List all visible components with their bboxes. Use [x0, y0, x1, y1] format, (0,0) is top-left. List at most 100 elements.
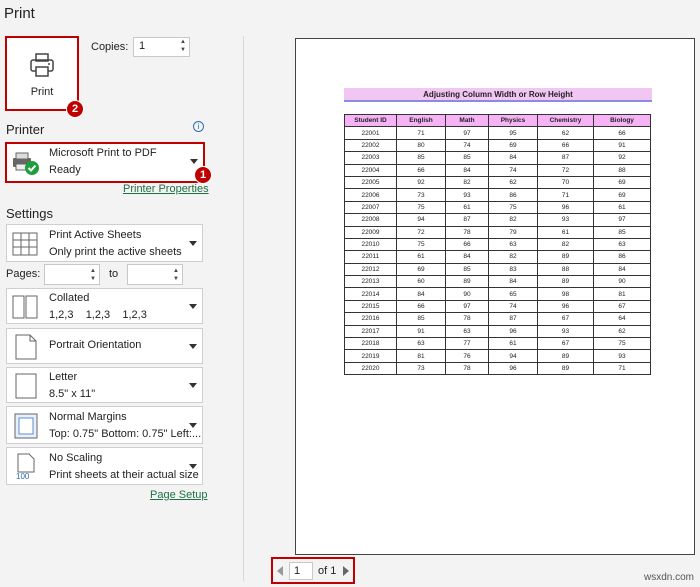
table-cell: 66 — [396, 163, 446, 177]
table-cell: 87 — [488, 312, 538, 326]
table-cell: 22019 — [344, 349, 397, 363]
table-cell: 61 — [537, 225, 594, 239]
table-cell: 72 — [396, 225, 446, 239]
page-setup-link[interactable]: Page Setup — [150, 489, 208, 501]
table-cell: 87 — [537, 151, 594, 165]
table-cell: 22020 — [344, 361, 397, 376]
orientation-title: Portrait Orientation — [49, 339, 142, 351]
pages-to-spinner[interactable]: ▲ ▼ — [173, 267, 179, 283]
column-header: Chemistry — [537, 113, 594, 128]
table-cell: 67 — [537, 312, 594, 326]
print-button[interactable]: Print — [5, 36, 79, 111]
pages-from-spinner[interactable]: ▲ ▼ — [90, 267, 96, 283]
table-cell: 89 — [537, 250, 594, 264]
copies-label: Copies: — [91, 41, 129, 53]
collation-title: Collated — [49, 292, 90, 304]
table-cell: 90 — [445, 287, 489, 301]
printer-dropdown[interactable]: Microsoft Print to PDF Ready — [5, 142, 205, 183]
collation-dropdown[interactable]: Collated 1,2,3 1,2,3 1,2,3 — [6, 288, 203, 324]
table-cell: 73 — [396, 361, 446, 376]
table-row: 22015 66 97 74 96 67 — [344, 299, 651, 314]
column-header: Physics — [488, 113, 538, 128]
chevron-down-icon — [189, 304, 197, 309]
table-cell: 96 — [488, 324, 538, 339]
table-cell: 78 — [445, 225, 489, 239]
table-cell: 22002 — [344, 138, 397, 153]
pages-from-input[interactable]: ▲ ▼ — [44, 264, 100, 285]
table-cell: 97 — [445, 126, 489, 140]
chevron-down-icon — [189, 241, 197, 246]
table-cell: 72 — [537, 163, 594, 177]
info-icon[interactable]: i — [193, 121, 204, 132]
table-cell: 62 — [537, 126, 594, 140]
table-row: 22010 75 66 63 82 63 — [344, 237, 651, 252]
previous-page-icon[interactable] — [277, 566, 283, 576]
table-cell: 22015 — [344, 299, 397, 314]
table-cell: 84 — [445, 250, 489, 264]
table-cell: 83 — [488, 262, 538, 277]
paper-size-dropdown[interactable]: Letter 8.5" x 11" — [6, 367, 203, 403]
copies-input[interactable]: 1 ▲ ▼ — [133, 37, 190, 57]
table-cell: 71 — [593, 361, 651, 376]
table-cell: 22013 — [344, 275, 397, 289]
table-cell: 82 — [537, 237, 594, 252]
printer-properties-link[interactable]: Printer Properties — [123, 183, 209, 195]
table-cell: 95 — [488, 126, 538, 140]
table-cell: 78 — [445, 312, 489, 326]
print-what-dropdown[interactable]: Print Active Sheets Only print the activ… — [6, 224, 203, 262]
scaling-dropdown[interactable]: 100 No Scaling Print sheets at their act… — [6, 447, 203, 485]
table-cell: 63 — [488, 237, 538, 252]
table-cell: 70 — [537, 175, 594, 190]
pages-to-label: to — [109, 268, 119, 280]
print-what-subtitle: Only print the active sheets — [49, 246, 182, 258]
table-cell: 22009 — [344, 225, 397, 239]
table-cell: 22007 — [344, 200, 397, 215]
table-cell: 63 — [445, 324, 489, 339]
print-button-label: Print — [30, 85, 54, 98]
table-cell: 75 — [488, 200, 538, 215]
table-cell: 85 — [593, 225, 651, 239]
column-header: English — [396, 113, 446, 128]
table-cell: 66 — [445, 237, 489, 252]
table-row: 22004 66 84 74 72 88 — [344, 163, 651, 177]
table-cell: 93 — [445, 188, 489, 202]
table-cell: 82 — [445, 175, 489, 190]
table-cell: 84 — [593, 262, 651, 277]
paper-size-icon — [15, 373, 37, 399]
table-cell: 93 — [593, 349, 651, 363]
paper-size-title: Letter — [49, 371, 78, 383]
table-cell: 61 — [396, 250, 446, 264]
table-cell: 96 — [488, 361, 538, 376]
table-cell: 22004 — [344, 163, 397, 177]
table-cell: 69 — [593, 175, 651, 190]
step-badge-2: 2 — [66, 100, 84, 118]
next-page-icon[interactable] — [343, 566, 349, 576]
table-cell: 73 — [396, 188, 446, 202]
table-cell: 69 — [488, 138, 538, 153]
table-header-row: Student ID English Math Physics Chemistry Bio… — [344, 113, 651, 128]
orientation-dropdown[interactable]: Portrait Orientation — [6, 328, 203, 364]
table-cell: 97 — [445, 299, 489, 314]
table-row: 22001 71 97 95 62 66 — [344, 126, 651, 140]
table-cell: 22001 — [344, 126, 397, 140]
collation-subtitle: 1,2,3 1,2,3 1,2,3 — [49, 309, 147, 321]
table-cell: 62 — [593, 324, 651, 339]
pages-to-input[interactable]: ▲ ▼ — [127, 264, 183, 285]
table-row: 22011 61 84 82 89 86 — [344, 250, 651, 264]
current-page-input[interactable]: 1 — [289, 562, 313, 580]
copies-spinner[interactable]: ▲ ▼ — [180, 38, 186, 54]
chevron-down-icon — [190, 159, 198, 164]
table-cell: 89 — [537, 275, 594, 289]
table-cell: 79 — [488, 225, 538, 239]
table-cell: 94 — [488, 349, 538, 363]
table-cell: 22014 — [344, 287, 397, 301]
table-cell: 81 — [593, 287, 651, 301]
margins-dropdown[interactable]: Normal Margins Top: 0.75" Bottom: 0.75" … — [6, 406, 203, 444]
print-preview-page: Adjusting Column Width or Row Height Stu… — [295, 38, 695, 555]
table-cell: 85 — [445, 151, 489, 165]
table-row: 22002 80 74 69 66 91 — [344, 138, 651, 153]
table-row: 22018 63 77 61 67 75 — [344, 337, 651, 351]
table-cell: 74 — [445, 138, 489, 153]
table-cell: 22012 — [344, 262, 397, 277]
table-cell: 66 — [593, 126, 651, 140]
